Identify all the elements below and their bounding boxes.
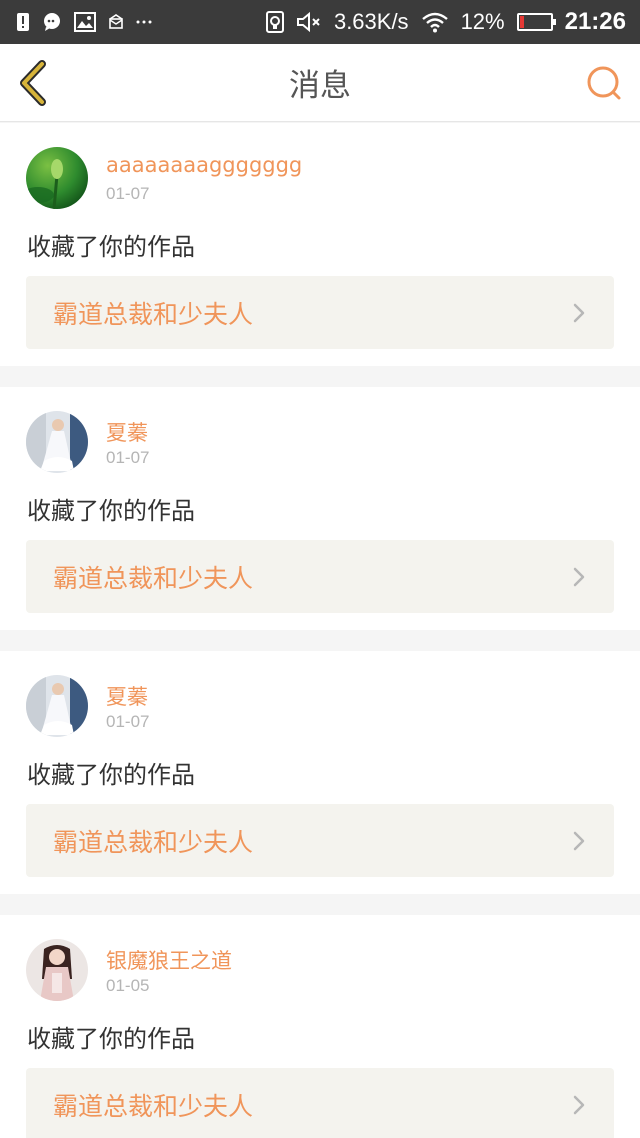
message-action: 收藏了你的作品 (27, 761, 195, 789)
battery-percent: 12% (460, 9, 505, 34)
message-date: 01-05 (106, 976, 150, 995)
work-link[interactable]: 霸道总裁和少夫人 (26, 1068, 614, 1138)
work-title: 霸道总裁和少夫人 (53, 563, 254, 593)
username[interactable]: 夏蓁 (106, 417, 148, 447)
message-action: 收藏了你的作品 (27, 497, 195, 525)
message-card: aaaaaaaaggggggg 01-07 收藏了你的作品 霸道总裁和少夫人 (0, 123, 640, 366)
message-card: 夏蓁 01-07 收藏了你的作品 霸道总裁和少夫人 (0, 651, 640, 894)
more-icon (136, 19, 152, 25)
work-link[interactable]: 霸道总裁和少夫人 (26, 276, 614, 349)
avatar[interactable] (26, 939, 88, 1001)
chevron-left-icon (20, 60, 46, 106)
username[interactable]: 银魔狼王之道 (106, 945, 232, 975)
mute-icon (296, 11, 322, 33)
sim-icon (265, 11, 284, 33)
battery-icon (516, 13, 556, 31)
clock: 21:26 (564, 8, 626, 35)
search-icon (587, 66, 621, 100)
work-title: 霸道总裁和少夫人 (53, 1091, 254, 1121)
chevron-right-icon (572, 566, 586, 588)
battery-level (519, 16, 524, 28)
work-link[interactable]: 霸道总裁和少夫人 (26, 540, 614, 613)
lotus-avatar-icon (26, 147, 88, 209)
girl-white-dress-avatar-icon (26, 411, 88, 473)
back-button[interactable] (14, 60, 54, 106)
work-title: 霸道总裁和少夫人 (53, 827, 254, 857)
wifi-icon (421, 11, 449, 33)
status-bar-left (16, 12, 152, 32)
message-date: 01-07 (106, 448, 150, 467)
chevron-right-icon (572, 302, 586, 324)
username[interactable]: aaaaaaaaggggggg (106, 153, 302, 177)
message-action: 收藏了你的作品 (27, 233, 195, 261)
avatar[interactable] (26, 147, 88, 209)
chevron-right-icon (572, 830, 586, 852)
girl-portrait-avatar-icon (26, 939, 88, 1001)
message-action: 收藏了你的作品 (27, 1025, 195, 1053)
message-card: 银魔狼王之道 01-05 收藏了你的作品 霸道总裁和少夫人 (0, 915, 640, 1138)
chat-icon (42, 12, 62, 32)
alert-icon (16, 12, 30, 32)
search-button[interactable] (584, 64, 624, 104)
username[interactable]: 夏蓁 (106, 681, 148, 711)
work-title: 霸道总裁和少夫人 (53, 299, 254, 329)
avatar[interactable] (26, 411, 88, 473)
avatar[interactable] (26, 675, 88, 737)
network-speed: 3.63K/s (333, 9, 409, 34)
message-date: 01-07 (106, 184, 150, 203)
page-title: 消息 (289, 68, 351, 104)
image-icon (74, 12, 96, 32)
status-bar: 3.63K/s 12% 21:26 (0, 0, 640, 44)
message-card: 夏蓁 01-07 收藏了你的作品 霸道总裁和少夫人 (0, 387, 640, 630)
chevron-right-icon (572, 1094, 586, 1116)
girl-white-dress-avatar-icon (26, 675, 88, 737)
status-bar-right: 3.63K/s 12% 21:26 (265, 8, 626, 36)
app-header: 消息 (0, 44, 640, 122)
work-link[interactable]: 霸道总裁和少夫人 (26, 804, 614, 877)
mail-icon (108, 14, 124, 30)
message-date: 01-07 (106, 712, 150, 731)
message-list: aaaaaaaaggggggg 01-07 收藏了你的作品 霸道总裁和少夫人 夏… (0, 123, 640, 1138)
